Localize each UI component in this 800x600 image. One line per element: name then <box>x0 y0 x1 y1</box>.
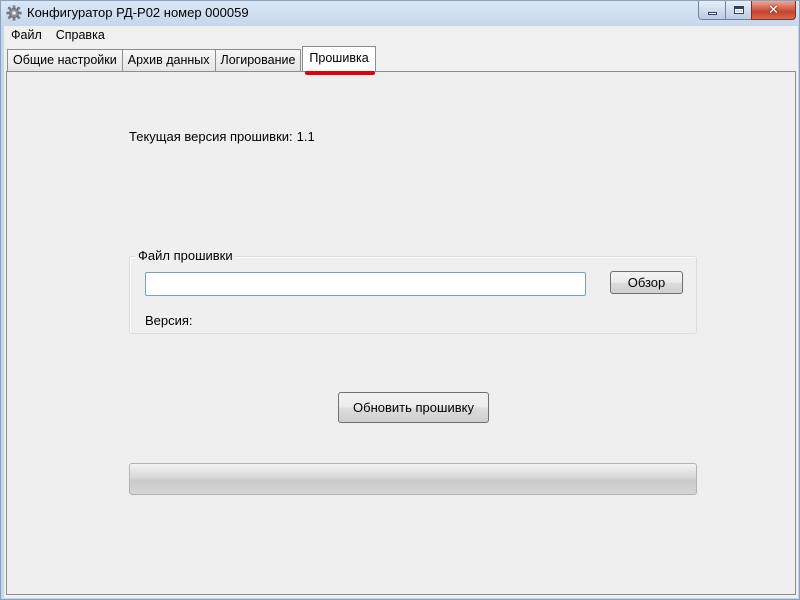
gear-app-icon <box>6 5 22 21</box>
active-tab-highlight <box>305 71 375 75</box>
maximize-button[interactable] <box>725 1 752 20</box>
app-window: Конфигуратор РД-Р02 номер 000059 ✕ Файл … <box>0 0 800 600</box>
tab-firmware[interactable]: Прошивка <box>302 46 376 75</box>
file-version-label: Версия: <box>145 313 193 328</box>
tab-strip: Общие настройки Архив данных Логирование… <box>7 46 376 75</box>
tab-logging[interactable]: Логирование <box>214 49 302 71</box>
tab-firmware-label: Прошивка <box>309 51 369 65</box>
window-title: Конфигуратор РД-Р02 номер 000059 <box>27 5 249 20</box>
current-firmware-version: Текущая версия прошивки: 1.1 <box>129 129 315 144</box>
firmware-file-group-title: Файл прошивки <box>135 248 236 264</box>
firmware-progress-bar <box>129 463 697 495</box>
tab-data-archive[interactable]: Архив данных <box>121 49 216 71</box>
browse-button[interactable]: Обзор <box>610 271 683 294</box>
current-version-value: 1.1 <box>296 129 315 144</box>
tab-general-settings[interactable]: Общие настройки <box>7 49 123 71</box>
firmware-file-group: Файл прошивки Обзор Версия: <box>129 248 697 334</box>
firmware-file-path-input[interactable] <box>145 272 586 296</box>
close-icon: ✕ <box>768 2 779 18</box>
menu-file[interactable]: Файл <box>4 26 49 45</box>
update-firmware-button[interactable]: Обновить прошивку <box>338 392 489 423</box>
current-version-label: Текущая версия прошивки: <box>129 129 293 144</box>
menu-bar: Файл Справка <box>4 26 798 45</box>
firmware-tab-panel: Текущая версия прошивки: 1.1 Файл прошивк… <box>6 71 796 595</box>
client-area: Общие настройки Архив данных Логирование… <box>4 45 798 598</box>
minimize-button[interactable] <box>698 1 726 20</box>
menu-help[interactable]: Справка <box>49 26 112 45</box>
close-button[interactable]: ✕ <box>751 1 796 20</box>
title-bar[interactable]: Конфигуратор РД-Р02 номер 000059 ✕ <box>1 1 799 25</box>
minimize-icon <box>707 11 717 15</box>
maximize-icon <box>733 6 744 14</box>
